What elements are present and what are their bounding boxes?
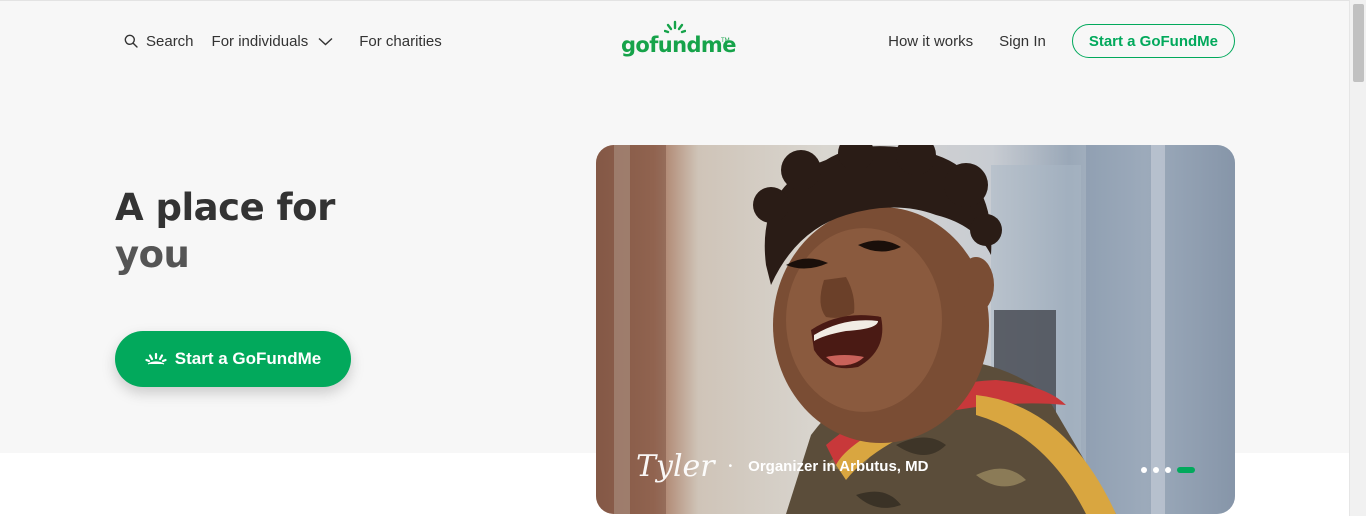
scrollbar-thumb[interactable] bbox=[1353, 4, 1364, 82]
carousel-dot-active[interactable] bbox=[1177, 467, 1195, 473]
gofundme-logo[interactable]: gofundme TM bbox=[620, 20, 736, 62]
organizer-location: Organizer in Arbutus, MD bbox=[748, 458, 929, 475]
sun-rays-icon bbox=[145, 352, 167, 365]
carousel-dot-3[interactable] bbox=[1165, 467, 1171, 473]
header-start-gofundme-button[interactable]: Start a GoFundMe bbox=[1071, 24, 1235, 58]
search-icon bbox=[124, 34, 138, 48]
carousel-indicators bbox=[1141, 467, 1195, 473]
carousel-dot-1[interactable] bbox=[1141, 467, 1147, 473]
page-scrollbar[interactable] bbox=[1349, 0, 1366, 516]
site-header: Search For individuals For charities gof… bbox=[0, 0, 1349, 82]
hero-title-line2: you bbox=[115, 233, 190, 276]
logo-wordmark: gofundme bbox=[621, 33, 736, 57]
sign-in-label: Sign In bbox=[999, 32, 1046, 50]
photo-caption: Tyler • Organizer in Arbutus, MD bbox=[636, 449, 928, 484]
hero-photo-card: Tyler • Organizer in Arbutus, MD bbox=[596, 145, 1235, 514]
logo-trademark: TM bbox=[721, 38, 730, 44]
search-link[interactable]: Search bbox=[124, 33, 194, 50]
for-individuals-label: For individuals bbox=[211, 32, 309, 50]
sign-in-link[interactable]: Sign In bbox=[999, 33, 1046, 50]
for-charities-label: For charities bbox=[359, 32, 442, 50]
hero-title: A place for you bbox=[115, 184, 335, 278]
search-label: Search bbox=[146, 32, 194, 50]
chevron-down-icon bbox=[318, 37, 333, 45]
sun-rays-icon bbox=[664, 20, 686, 34]
for-charities-link[interactable]: For charities bbox=[359, 33, 442, 50]
how-it-works-label: How it works bbox=[888, 32, 974, 50]
hero-cta-label: Start a GoFundMe bbox=[174, 349, 322, 368]
hero-start-gofundme-button[interactable]: Start a GoFundMe bbox=[115, 331, 351, 387]
nav-right: How it works Sign In Start a GoFundMe bbox=[888, 24, 1235, 58]
for-individuals-menu[interactable]: For individuals bbox=[212, 33, 334, 50]
caption-separator: • bbox=[728, 461, 733, 472]
organizer-signature: Tyler bbox=[636, 449, 715, 484]
how-it-works-link[interactable]: How it works bbox=[888, 33, 973, 50]
carousel-dot-2[interactable] bbox=[1153, 467, 1159, 473]
hero-title-line1: A place for bbox=[115, 186, 335, 229]
nav-left: Search For individuals For charities bbox=[124, 29, 442, 53]
